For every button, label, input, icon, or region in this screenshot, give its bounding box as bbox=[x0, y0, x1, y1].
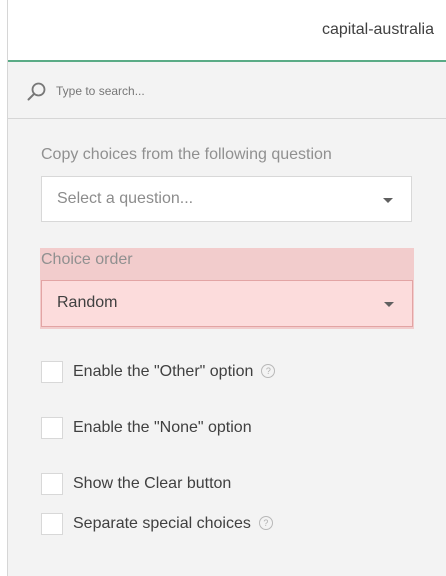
enable-other-checkbox[interactable] bbox=[41, 361, 63, 383]
choice-order-field: Choice order Random bbox=[40, 248, 414, 329]
choice-order-value: Random bbox=[57, 294, 118, 311]
chevron-down-icon bbox=[383, 198, 393, 203]
separate-special-label: Separate special choices bbox=[73, 515, 251, 532]
chevron-down-icon bbox=[384, 302, 394, 307]
copy-choices-label: Copy choices from the following question bbox=[41, 146, 332, 163]
search-icon bbox=[27, 82, 46, 101]
enable-none-checkbox[interactable] bbox=[41, 417, 63, 439]
copy-choices-placeholder: Select a question... bbox=[57, 190, 194, 207]
panel-header: capital-australia bbox=[8, 0, 446, 62]
separate-special-checkbox[interactable] bbox=[41, 513, 63, 535]
copy-choices-select[interactable]: Select a question... bbox=[41, 176, 412, 222]
show-clear-checkbox[interactable] bbox=[41, 473, 63, 495]
property-panel: capital-australia Copy choices from the … bbox=[7, 0, 446, 576]
enable-none-label: Enable the "None" option bbox=[73, 419, 252, 436]
choice-order-select[interactable]: Random bbox=[41, 280, 413, 327]
help-icon[interactable]: ? bbox=[261, 364, 276, 378]
search-input[interactable] bbox=[56, 80, 356, 102]
help-icon[interactable]: ? bbox=[258, 516, 273, 530]
choice-order-label: Choice order bbox=[41, 251, 133, 268]
show-clear-label: Show the Clear button bbox=[73, 475, 232, 492]
enable-other-label: Enable the "Other" option bbox=[73, 363, 254, 380]
question-name: capital-australia bbox=[321, 21, 434, 38]
search-bar bbox=[8, 62, 446, 119]
